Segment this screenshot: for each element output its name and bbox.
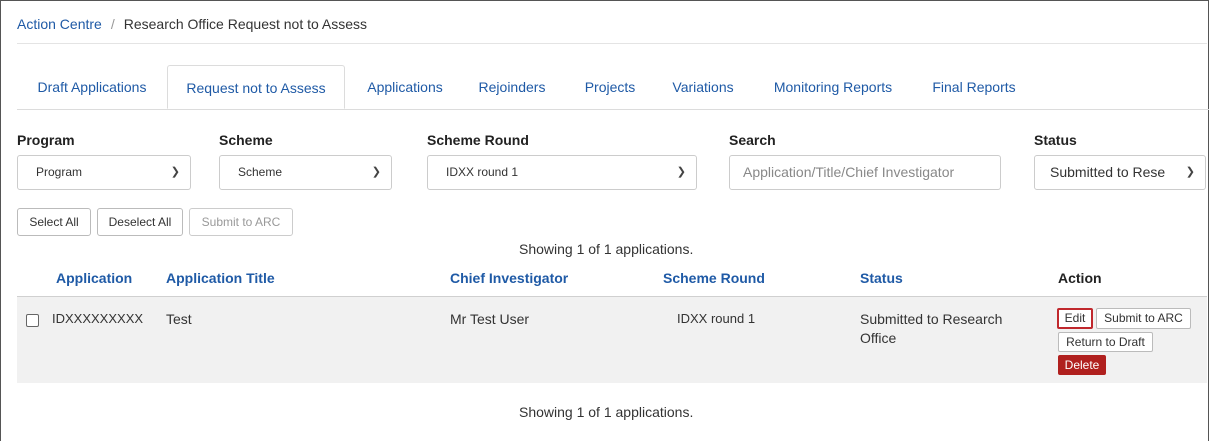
cell-status-line1: Submitted to Research — [860, 311, 1003, 327]
row-checkbox[interactable] — [26, 314, 39, 327]
tab-bar: Draft Applications Request not to Assess… — [17, 65, 1209, 110]
program-label: Program — [17, 132, 75, 148]
column-header-status[interactable]: Status — [860, 270, 903, 286]
scheme-label: Scheme — [219, 132, 273, 148]
search-input[interactable]: Application/Title/Chief Investigator — [729, 155, 1001, 190]
column-header-chief-investigator[interactable]: Chief Investigator — [450, 270, 568, 286]
cell-application-title: Test — [166, 311, 192, 327]
scheme-select[interactable]: Scheme ❯ — [219, 155, 392, 190]
edit-button[interactable]: Edit — [1057, 308, 1093, 329]
tab-rejoinders[interactable]: Rejoinders — [467, 65, 557, 109]
cell-scheme-round: IDXX round 1 — [677, 311, 756, 326]
results-summary-bottom: Showing 1 of 1 applications. — [519, 404, 694, 420]
column-header-application-title[interactable]: Application Title — [166, 270, 275, 286]
breadcrumb-divider — [17, 43, 1207, 44]
cell-status-line2: Office — [860, 330, 897, 346]
chevron-down-icon: ❯ — [371, 166, 381, 178]
tab-final-reports[interactable]: Final Reports — [919, 65, 1029, 109]
chevron-down-icon: ❯ — [1185, 166, 1195, 178]
cell-application-id[interactable]: IDXXXXXXXXX — [52, 311, 143, 326]
chevron-down-icon: ❯ — [170, 166, 180, 178]
tab-variations[interactable]: Variations — [659, 65, 747, 109]
tab-projects[interactable]: Projects — [572, 65, 648, 109]
submit-to-arc-button[interactable]: Submit to ARC — [1096, 308, 1191, 329]
breadcrumb-action-centre[interactable]: Action Centre — [17, 16, 102, 32]
tab-draft-applications[interactable]: Draft Applications — [17, 65, 167, 109]
column-header-scheme-round[interactable]: Scheme Round — [663, 270, 765, 286]
chevron-down-icon: ❯ — [676, 166, 686, 178]
submit-to-arc-bulk-button[interactable]: Submit to ARC — [189, 208, 293, 236]
table-row — [17, 297, 1207, 383]
breadcrumb-separator: / — [110, 16, 115, 32]
breadcrumb: Action Centre / Research Office Request no… — [17, 16, 367, 32]
tab-request-not-to-assess[interactable]: Request not to Assess — [167, 65, 345, 109]
cell-chief-investigator: Mr Test User — [450, 311, 530, 327]
program-select[interactable]: Program ❯ — [17, 155, 191, 190]
deselect-all-button[interactable]: Deselect All — [97, 208, 183, 236]
return-to-draft-button[interactable]: Return to Draft — [1058, 332, 1153, 352]
tab-monitoring-reports[interactable]: Monitoring Reports — [761, 65, 905, 109]
scheme-round-label: Scheme Round — [427, 132, 529, 148]
breadcrumb-current: Research Office Request not to Assess — [123, 16, 368, 32]
select-all-button[interactable]: Select All — [17, 208, 91, 236]
column-header-action: Action — [1058, 270, 1102, 286]
scheme-round-select-value: IDXX round 1 — [446, 165, 519, 179]
scheme-select-value: Scheme — [238, 165, 283, 179]
search-label: Search — [729, 132, 776, 148]
status-select[interactable]: Submitted to Rese ❯ — [1034, 155, 1206, 190]
tab-applications[interactable]: Applications — [351, 65, 459, 109]
status-select-value: Submitted to Rese — [1050, 164, 1166, 180]
column-header-application[interactable]: Application — [56, 270, 132, 286]
status-label: Status — [1034, 132, 1077, 148]
delete-button[interactable]: Delete — [1058, 355, 1106, 375]
scheme-round-select[interactable]: IDXX round 1 ❯ — [427, 155, 697, 190]
results-summary-top: Showing 1 of 1 applications. — [519, 241, 694, 257]
program-select-value: Program — [36, 165, 83, 179]
